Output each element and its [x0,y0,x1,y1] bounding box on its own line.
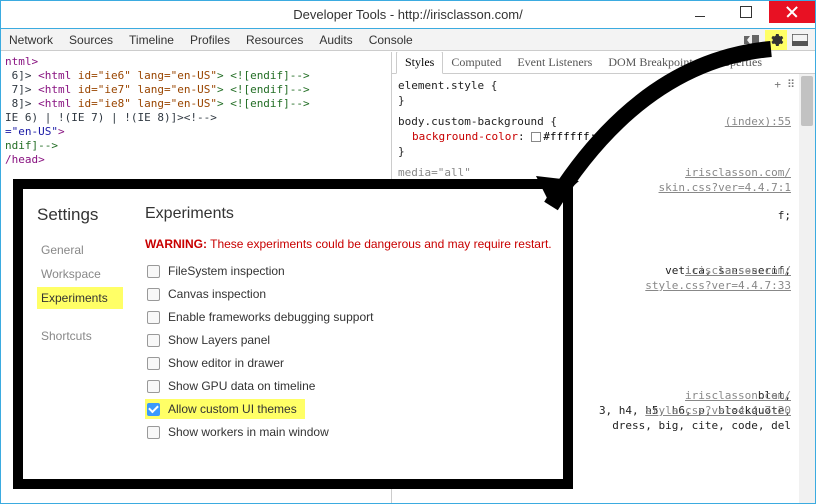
experiment-row[interactable]: Canvas inspection [145,284,553,304]
devtools-tab-timeline[interactable]: Timeline [121,30,182,50]
devtools-tab-network[interactable]: Network [1,30,61,50]
window-controls [677,1,815,23]
css-source-link[interactable]: irisclasson.com/ style.css?ver=4.4.7:33 [645,263,791,293]
html-line: IE 6) | !(IE 7) | !(IE 8)]><!--> [5,111,387,125]
experiment-row[interactable]: Show editor in drawer [145,353,553,373]
settings-overlay: Settings GeneralWorkspaceExperimentsShor… [13,179,573,489]
experiment-row[interactable]: Allow custom UI themes [145,399,305,419]
checkbox[interactable] [147,265,160,278]
experiment-label: Allow custom UI themes [168,402,297,416]
devtools-tab-audits[interactable]: Audits [311,30,360,50]
toolbar-right-icons [741,30,815,50]
styles-tab-properties[interactable]: Properties [705,52,770,73]
experiment-row[interactable]: FileSystem inspection [145,261,553,281]
experiment-label: Canvas inspection [168,287,266,301]
dock-icon[interactable] [789,30,811,50]
color-swatch-icon[interactable] [531,132,541,142]
experiment-label: Show editor in drawer [168,356,284,370]
settings-nav-general[interactable]: General [37,239,123,261]
experiment-label: Show workers in main window [168,425,329,439]
checkbox[interactable] [147,288,160,301]
devtools-toolbar: NetworkSourcesTimelineProfilesResourcesA… [1,29,815,51]
checkbox[interactable] [147,357,160,370]
experiment-label: Show Layers panel [168,333,270,347]
settings-sidebar: Settings GeneralWorkspaceExperiments Shor… [23,189,133,479]
experiment-label: Enable frameworks debugging support [168,310,373,324]
styles-tab-computed[interactable]: Computed [443,52,509,73]
checkbox[interactable] [147,380,160,393]
css-source-link[interactable]: irisclasson.com/ style.css?ver=4.4.7:20 [645,388,791,418]
devtools-tab-console[interactable]: Console [361,30,421,50]
settings-title: Settings [37,205,123,225]
checkbox[interactable] [147,403,160,416]
experiment-row[interactable]: Show GPU data on timeline [145,376,553,396]
drawer-toggle-icon[interactable] [741,30,763,50]
window-titlebar: Developer Tools - http://irisclasson.com… [1,1,815,29]
devtools-tab-profiles[interactable]: Profiles [182,30,238,50]
experiment-row[interactable]: Show workers in main window [145,422,553,442]
styles-tab-styles[interactable]: Styles [396,52,443,74]
gear-icon[interactable] [765,30,787,50]
close-button[interactable] [769,1,815,23]
maximize-button[interactable] [723,1,769,23]
styles-tab-event-listeners[interactable]: Event Listeners [509,52,600,73]
minimize-button[interactable] [677,1,723,23]
css-selector: element.style { [398,78,809,93]
settings-nav-shortcuts[interactable]: Shortcuts [37,325,123,347]
css-source-link[interactable]: (index):55 [725,114,791,129]
scrollbar[interactable] [799,74,815,503]
devtools-tab-sources[interactable]: Sources [61,30,121,50]
checkbox[interactable] [147,334,160,347]
checkbox[interactable] [147,426,160,439]
experiment-label: FileSystem inspection [168,264,285,278]
settings-content: Experiments WARNING: These experiments c… [133,189,563,479]
experiment-label: Show GPU data on timeline [168,379,315,393]
settings-heading: Experiments [145,205,553,223]
settings-nav-experiments[interactable]: Experiments [37,287,123,309]
styles-tab-dom-breakpoints[interactable]: DOM Breakpoints [600,52,705,73]
experiments-warning: WARNING: These experiments could be dang… [145,237,553,251]
experiment-row[interactable]: Enable frameworks debugging support [145,307,553,327]
settings-nav-workspace[interactable]: Workspace [37,263,123,285]
checkbox[interactable] [147,311,160,324]
styles-tabs: StylesComputedEvent ListenersDOM Breakpo… [392,52,815,74]
devtools-tab-resources[interactable]: Resources [238,30,311,50]
html-line: ntml> [5,55,38,68]
css-source-link[interactable]: irisclasson.com/ skin.css?ver=4.4.7:1 [659,165,791,195]
experiment-row[interactable]: Show Layers panel [145,330,553,350]
devtools-tabs: NetworkSourcesTimelineProfilesResourcesA… [1,30,421,50]
scrollbar-thumb[interactable] [801,76,813,126]
